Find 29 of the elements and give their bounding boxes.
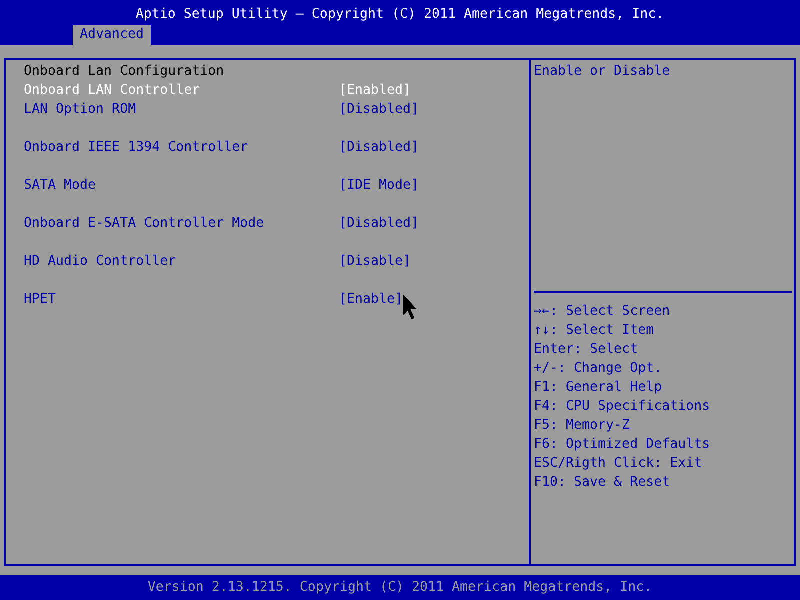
setting-label[interactable]: Onboard E-SATA Controller Mode: [24, 216, 264, 231]
key-help-text: →←: Select Screen: [534, 304, 670, 319]
setting-label[interactable]: Onboard LAN Controller: [24, 83, 200, 98]
setting-label[interactable]: SATA Mode: [24, 178, 96, 193]
setting-label[interactable]: Onboard IEEE 1394 Controller: [24, 140, 248, 155]
key-help-text: ESC/Rigth Click: Exit: [534, 456, 702, 471]
section-heading: Onboard Lan Configuration: [24, 63, 224, 81]
key-help-text: F6: Optimized Defaults: [534, 437, 710, 452]
help-text: Enable or Disable: [534, 64, 670, 79]
version-text: Version 2.13.1215. Copyright (C) 2011 American Megatrends, Inc.: [148, 579, 652, 597]
setting-value[interactable]: [Disabled]: [339, 138, 420, 157]
setting-value[interactable]: [Disabled]: [339, 214, 420, 233]
setting-value[interactable]: [Enable]: [339, 290, 404, 309]
setting-label[interactable]: HPET: [24, 292, 56, 307]
setting-value[interactable]: [Disable]: [339, 252, 412, 271]
key-help-text: F5: Memory-Z: [534, 418, 630, 433]
key-help-text: Enter: Select: [534, 342, 638, 357]
key-help-text: ↑↓: Select Item: [534, 323, 654, 338]
key-help-text: F4: CPU Specifications: [534, 399, 710, 414]
key-help-text: F1: General Help: [534, 380, 662, 395]
setting-value[interactable]: [Enabled]: [339, 81, 412, 100]
setting-label[interactable]: HD Audio Controller: [24, 254, 176, 269]
window-title: Aptio Setup Utility – Copyright (C) 2011 American Megatrends, Inc.: [136, 6, 664, 24]
setting-label[interactable]: LAN Option ROM: [24, 102, 136, 117]
key-help-text: F10: Save & Reset: [534, 475, 670, 490]
setting-value[interactable]: [Disabled]: [339, 100, 420, 119]
key-help-text: +/-: Change Opt.: [534, 361, 662, 376]
tab[interactable]: Advanced: [73, 25, 152, 45]
setting-value[interactable]: [IDE Mode]: [339, 176, 420, 195]
